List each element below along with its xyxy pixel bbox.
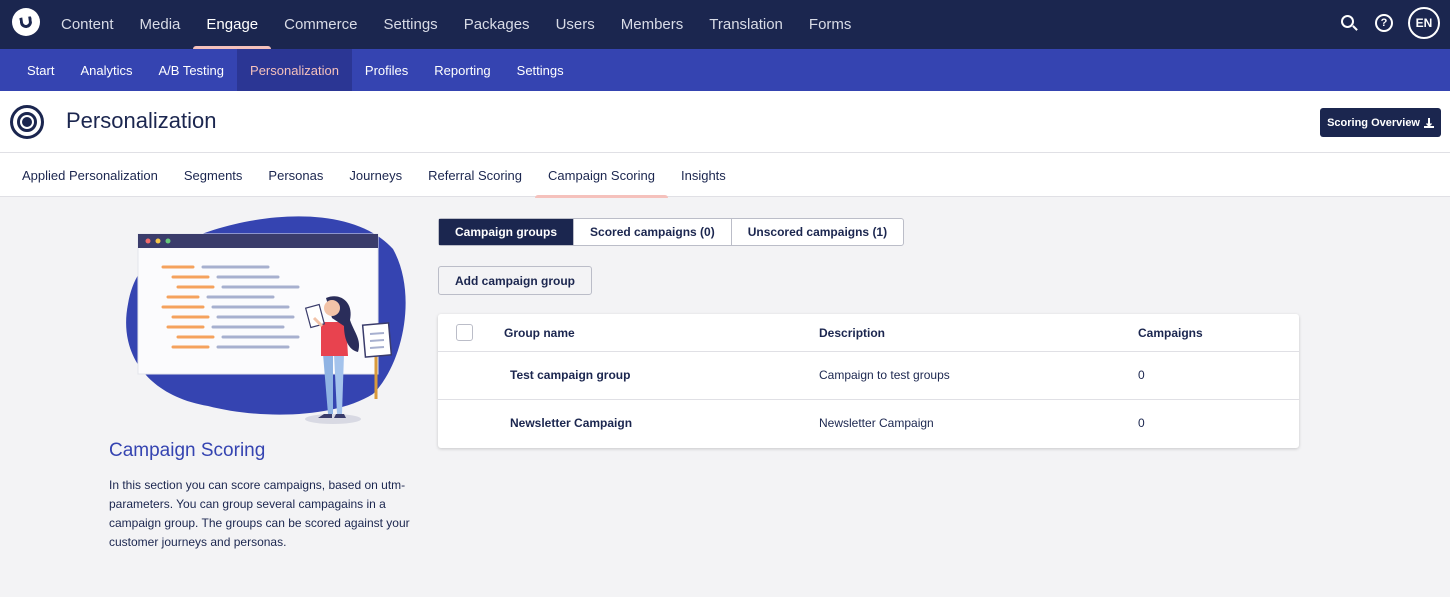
search-icon[interactable]: [1340, 14, 1358, 32]
page-header: Personalization Scoring Overview: [0, 91, 1450, 153]
section-description: In this section you can score campaigns,…: [109, 478, 410, 549]
main-sections-nav: Content Media Engage Commerce Settings P…: [48, 0, 864, 49]
help-icon[interactable]: ?: [1375, 14, 1393, 32]
user-avatar[interactable]: EN: [1408, 7, 1440, 39]
target-icon: [10, 105, 44, 139]
column-header-description[interactable]: Description: [819, 326, 885, 340]
personalization-tabs: Applied Personalization Segments Persona…: [0, 153, 1450, 198]
nav-item-packages[interactable]: Packages: [451, 0, 543, 49]
tab-segments[interactable]: Segments: [171, 153, 256, 197]
nav-item-media[interactable]: Media: [127, 0, 194, 49]
row-campaign-count: 0: [1138, 416, 1145, 430]
column-header-campaigns[interactable]: Campaigns: [1138, 326, 1203, 340]
segment-unscored-campaigns[interactable]: Unscored campaigns (1): [730, 219, 903, 245]
tab-journeys[interactable]: Journeys: [336, 153, 415, 197]
table-row[interactable]: Test campaign group Campaign to test gro…: [438, 352, 1299, 400]
nav-item-translation[interactable]: Translation: [696, 0, 796, 49]
nav-item-commerce[interactable]: Commerce: [271, 0, 370, 49]
table-header: Group name Description Campaigns: [438, 314, 1299, 352]
segment-campaign-groups[interactable]: Campaign groups: [439, 219, 574, 245]
nav-item-settings[interactable]: Settings: [370, 0, 450, 49]
section-title: Campaign Scoring: [109, 440, 266, 461]
row-description: Newsletter Campaign: [819, 416, 934, 430]
tab-insights[interactable]: Insights: [668, 153, 739, 197]
row-group-name[interactable]: Test campaign group: [510, 368, 630, 382]
nav-item-engage[interactable]: Engage: [193, 0, 271, 49]
tab-applied-personalization[interactable]: Applied Personalization: [9, 153, 171, 197]
campaign-scoring-illustration: [126, 216, 406, 424]
download-icon: [1424, 117, 1434, 128]
column-header-group-name[interactable]: Group name: [504, 326, 575, 340]
subnav-item-start[interactable]: Start: [14, 49, 67, 91]
subnav-item-analytics[interactable]: Analytics: [67, 49, 145, 91]
add-campaign-group-button[interactable]: Add campaign group: [438, 266, 592, 295]
segment-scored-campaigns[interactable]: Scored campaigns (0): [573, 219, 731, 245]
tab-personas[interactable]: Personas: [255, 153, 336, 197]
scoring-overview-label: Scoring Overview: [1327, 116, 1420, 129]
subnav-item-settings[interactable]: Settings: [504, 49, 577, 91]
subnav-item-profiles[interactable]: Profiles: [352, 49, 421, 91]
table-row[interactable]: Newsletter Campaign Newsletter Campaign …: [438, 400, 1299, 448]
subnav-item-ab-testing[interactable]: A/B Testing: [146, 49, 238, 91]
subnav-item-personalization[interactable]: Personalization: [237, 49, 352, 91]
scoring-overview-button[interactable]: Scoring Overview: [1320, 108, 1441, 137]
campaign-groups-table: Group name Description Campaigns Test ca…: [438, 314, 1299, 448]
row-campaign-count: 0: [1138, 368, 1145, 382]
subnav-item-reporting[interactable]: Reporting: [421, 49, 503, 91]
nav-item-users[interactable]: Users: [543, 0, 608, 49]
tab-referral-scoring[interactable]: Referral Scoring: [415, 153, 535, 197]
tab-campaign-scoring[interactable]: Campaign Scoring: [535, 153, 668, 198]
page-title: Personalization: [66, 108, 217, 133]
umbraco-logo-icon[interactable]: [12, 8, 40, 36]
select-all-checkbox[interactable]: [456, 324, 473, 341]
row-group-name[interactable]: Newsletter Campaign: [510, 416, 632, 430]
top-navigation-bar: Content Media Engage Commerce Settings P…: [0, 0, 1450, 49]
campaign-view-switcher: Campaign groups Scored campaigns (0) Uns…: [438, 218, 905, 246]
nav-item-forms[interactable]: Forms: [796, 0, 865, 49]
top-right-tools: ? EN: [1340, 0, 1450, 49]
engage-sub-navigation: Start Analytics A/B Testing Personalizat…: [0, 49, 1450, 91]
nav-item-content[interactable]: Content: [48, 0, 127, 49]
row-description: Campaign to test groups: [819, 368, 950, 382]
nav-item-members[interactable]: Members: [608, 0, 697, 49]
